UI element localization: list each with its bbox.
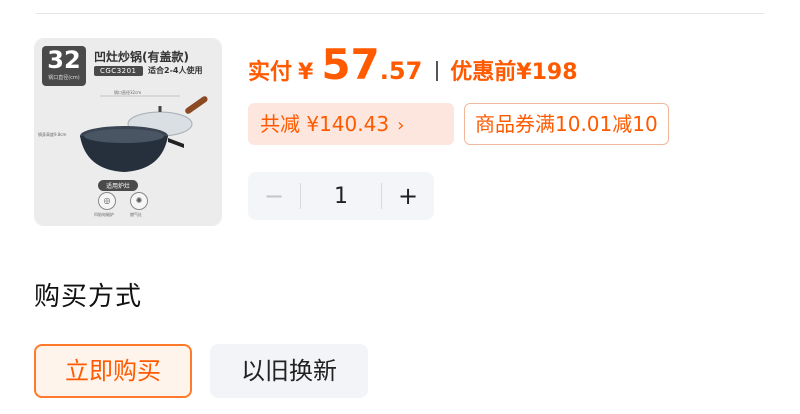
wok-illustration: 锅口直径32cm 锅身高度9.8cm — [38, 89, 208, 172]
discount-detail-button[interactable]: 共减 ¥140.43 › — [248, 103, 454, 145]
increase-button[interactable]: + — [382, 182, 434, 210]
stove-tag: 适用炉灶 — [98, 180, 139, 191]
size-badge: 32 锅口直径(cm) — [42, 46, 86, 86]
product-name: 凹灶炒锅(有盖款) — [94, 50, 189, 64]
size-number: 32 — [47, 46, 81, 74]
price-row: 实付 ¥57.57 优惠前¥198 — [248, 40, 578, 90]
purchase-method-title: 购买方式 — [34, 282, 143, 312]
induction-icon: ◎ — [98, 192, 116, 210]
model-tag: CGC3201 — [94, 66, 143, 76]
buy-now-option[interactable]: 立即购买 — [34, 344, 192, 398]
gas-stove-icon: ✺ — [130, 192, 148, 210]
price-integer: 57 — [321, 40, 380, 89]
discount-label: 共减 ¥140.43 — [260, 112, 390, 136]
top-divider — [36, 13, 764, 14]
original-price: 优惠前¥198 — [450, 60, 578, 85]
servings-text: 适合2-4人使用 — [148, 66, 203, 75]
price-decimal: .57 — [379, 57, 423, 85]
product-image[interactable]: 32 锅口直径(cm) 凹灶炒锅(有盖款) CGC3201 适合2-4人使用 锅… — [34, 38, 222, 226]
price-separator — [436, 61, 439, 81]
dimension-top: 锅口直径32cm — [114, 89, 141, 95]
stove-label-2: 燃气灶 — [130, 212, 142, 217]
price-prefix: 实付 — [248, 60, 293, 85]
coupon-badge: 商品券满10.01减10 — [464, 103, 669, 145]
size-unit: 锅口直径(cm) — [48, 75, 80, 81]
quantity-value[interactable]: 1 — [301, 184, 381, 209]
quantity-stepper: − 1 + — [248, 172, 434, 220]
price-currency: ¥ — [298, 60, 314, 85]
stove-label-1: 凹陷电磁炉 — [94, 212, 114, 217]
dimension-side: 锅身高度9.8cm — [38, 131, 67, 137]
chevron-right-icon: › — [397, 115, 405, 136]
decrease-button[interactable]: − — [248, 182, 300, 210]
trade-in-option[interactable]: 以旧换新 — [210, 344, 368, 398]
